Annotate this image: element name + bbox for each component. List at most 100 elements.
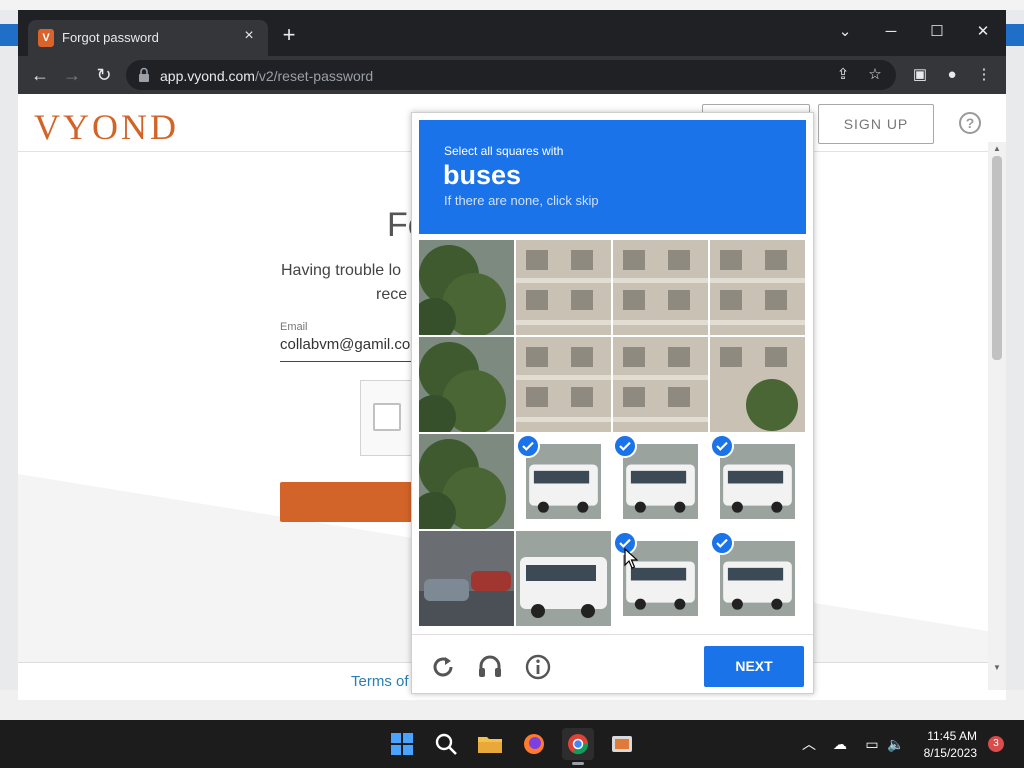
vyond-logo[interactable]: VYOND [34,106,179,148]
tab-close-icon[interactable]: × [240,27,258,45]
tile-image [516,337,611,432]
challenge-skip-hint: If there are none, click skip [444,193,599,208]
profile-icon[interactable]: ● [940,63,964,87]
challenge-tile-1-1[interactable] [516,337,611,432]
challenge-header: Select all squares with buses If there a… [419,120,806,234]
clock-time[interactable]: 11:45 AM [917,729,977,743]
tile-image [526,444,601,519]
background-window-left [0,10,18,720]
submit-button[interactable] [280,482,420,522]
next-button[interactable]: NEXT [704,646,804,687]
address-bar[interactable]: app.vyond.com/v2/reset-password ⇪ ☆ [126,60,896,90]
tile-image [720,444,795,519]
side-panel-icon[interactable]: ▣ [908,63,932,87]
help-icon[interactable]: ? [959,112,981,134]
challenge-tile-2-2[interactable] [613,434,708,529]
tile-image [419,240,514,335]
minimize-icon[interactable]: ─ [879,20,903,44]
tile-image [710,240,805,335]
tile-selected-check-icon [710,531,734,555]
tab-forgot-password[interactable]: V Forgot password × [28,20,268,56]
tile-image [419,434,514,529]
windows-taskbar: ︿ ☁ ▭ 🔈 11:45 AM 8/15/2023 3 [0,720,1024,768]
tile-image [710,337,805,432]
tab-search-chevron-icon[interactable]: ⌄ [833,20,857,44]
firefox-icon[interactable] [518,728,550,760]
reload-challenge-icon[interactable] [429,653,457,681]
challenge-target: buses [443,160,522,190]
challenge-tile-0-0[interactable] [419,240,514,335]
challenge-tile-0-1[interactable] [516,240,611,335]
menu-kebab-icon[interactable]: ⋮ [972,63,996,87]
challenge-tile-0-3[interactable] [710,240,805,335]
challenge-tile-3-2[interactable] [613,531,708,626]
info-icon[interactable] [524,653,552,681]
search-icon[interactable] [430,728,462,760]
challenge-tile-3-0[interactable] [419,531,514,626]
recaptcha-checkbox[interactable] [373,403,401,431]
tile-image [419,337,514,432]
network-icon[interactable]: ▭ [862,734,882,754]
tile-image [720,541,795,616]
back-arrow-icon[interactable]: ← [28,63,52,87]
forward-arrow-icon[interactable]: → [60,63,84,87]
url-path: /v2/reset-password [254,68,374,84]
challenge-tile-3-3[interactable] [710,531,805,626]
tile-image [516,531,611,626]
background-window-accent-left [0,24,18,46]
url-host: app.vyond.com [160,68,255,84]
tab-title: Forgot password [62,30,159,45]
terms-link[interactable]: Terms of [351,673,409,690]
hidden-icons-chevron-icon[interactable]: ︿ [799,734,819,754]
new-tab-icon[interactable]: + [278,24,300,46]
challenge-tile-1-2[interactable] [613,337,708,432]
maximize-icon[interactable]: ☐ [925,20,949,44]
challenge-instruction: Select all squares with [444,144,564,158]
page-scrollbar[interactable]: ▲ ▼ [988,142,1006,690]
chrome-icon[interactable] [562,728,594,760]
background-window-accent-right [1006,24,1024,46]
clock-date[interactable]: 8/15/2023 [917,746,977,760]
tile-image [623,444,698,519]
tile-selected-check-icon [710,434,734,458]
scroll-thumb[interactable] [992,156,1002,360]
volume-icon[interactable]: 🔈 [886,734,906,754]
movie-maker-icon[interactable] [606,728,638,760]
challenge-footer: NEXT [412,634,813,694]
challenge-tile-1-3[interactable] [710,337,805,432]
email-input[interactable]: collabvm@gamil.com [280,336,430,362]
challenge-tile-2-1[interactable] [516,434,611,529]
vyond-favicon-icon: V [38,29,54,47]
browser-toolbar: ← → ↻ app.vyond.com/v2/reset-password ⇪ … [18,56,1006,94]
tile-selected-check-icon [516,434,540,458]
lock-icon [139,67,149,82]
recaptcha-challenge: Select all squares with buses If there a… [411,112,814,694]
description-line-1: Having trouble lo [281,262,402,279]
cloud-offline-icon[interactable]: ☁ [830,734,850,754]
challenge-tile-0-2[interactable] [613,240,708,335]
file-explorer-icon[interactable] [474,728,506,760]
sign-up-button[interactable]: SIGN UP [818,104,934,144]
scroll-down-icon[interactable]: ▼ [993,663,1001,672]
reload-icon[interactable]: ↻ [92,63,116,87]
tab-strip: V Forgot password × + ⌄ ─ ☐ ✕ [18,10,1006,56]
tile-image [419,531,514,626]
chrome-active-indicator [572,762,584,765]
mouse-cursor [624,548,638,569]
bookmark-star-icon[interactable]: ☆ [864,64,886,86]
description-line-2: rece [376,286,408,303]
notification-badge[interactable]: 3 [988,736,1004,752]
challenge-tile-3-1[interactable] [516,531,611,626]
scroll-up-icon[interactable]: ▲ [993,144,1001,153]
audio-challenge-icon[interactable] [476,653,504,681]
challenge-tile-2-0[interactable] [419,434,514,529]
challenge-tile-2-3[interactable] [710,434,805,529]
close-window-icon[interactable]: ✕ [971,20,995,44]
share-icon[interactable]: ⇪ [832,64,854,86]
tile-selected-check-icon [613,434,637,458]
challenge-image-grid [419,240,807,628]
windows-start-icon[interactable] [386,728,418,760]
background-window-right [1006,10,1024,720]
challenge-tile-1-0[interactable] [419,337,514,432]
tile-image [613,337,708,432]
